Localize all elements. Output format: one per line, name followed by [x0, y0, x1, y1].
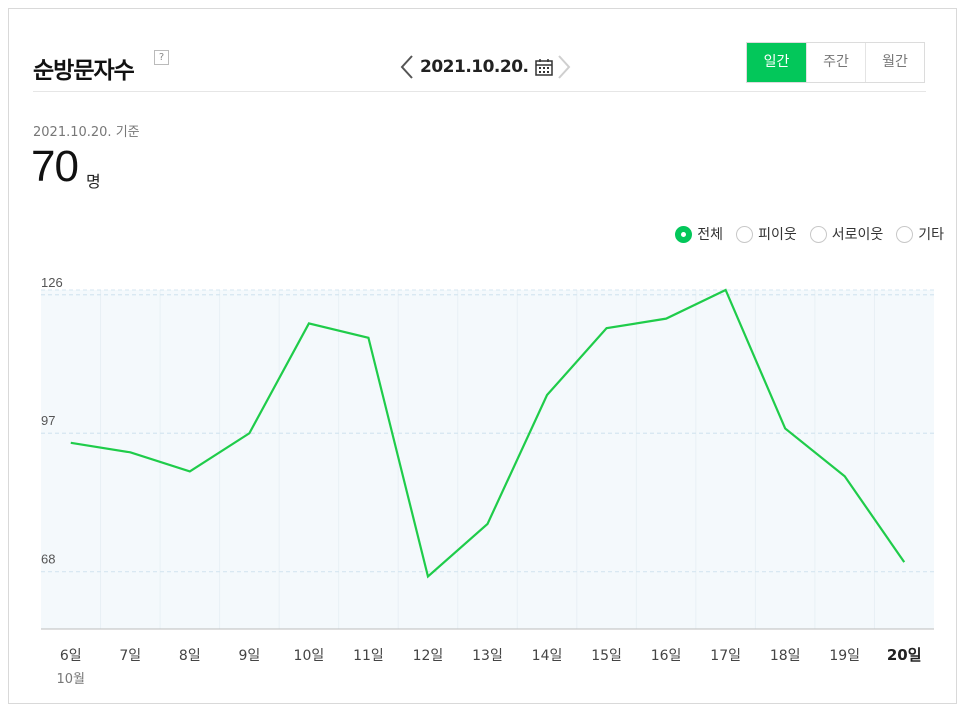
x-tick-label: 9일 [238, 648, 260, 664]
x-tick-label: 19일 [829, 648, 860, 664]
y-tick-label: 68 [41, 552, 55, 567]
plot-area [41, 290, 934, 629]
x-tick-label: 14일 [532, 648, 563, 664]
x-tick-label: 6일 [60, 648, 82, 664]
x-tick-label: 10일 [294, 648, 325, 664]
x-tick-label: 13일 [472, 648, 503, 664]
y-tick-label: 97 [41, 413, 55, 428]
x-month-label: 10월 [57, 672, 86, 687]
x-tick-label: 7일 [119, 648, 141, 664]
x-tick-label: 20일 [887, 646, 922, 664]
x-tick-label: 16일 [651, 648, 682, 664]
x-tick-label: 11일 [353, 648, 384, 664]
x-tick-label: 8일 [179, 648, 201, 664]
y-tick-label: 126 [41, 275, 63, 290]
visitor-line-chart: 126 97 68 6일 7일 8일 9일 10일 11일 12일 13일 14일 15일 16일 17일 1… [41, 275, 934, 687]
x-tick-label: 15일 [591, 648, 622, 664]
x-tick-label: 17일 [710, 648, 741, 664]
x-tick-label: 18일 [770, 648, 801, 664]
x-tick-label: 12일 [413, 648, 444, 664]
